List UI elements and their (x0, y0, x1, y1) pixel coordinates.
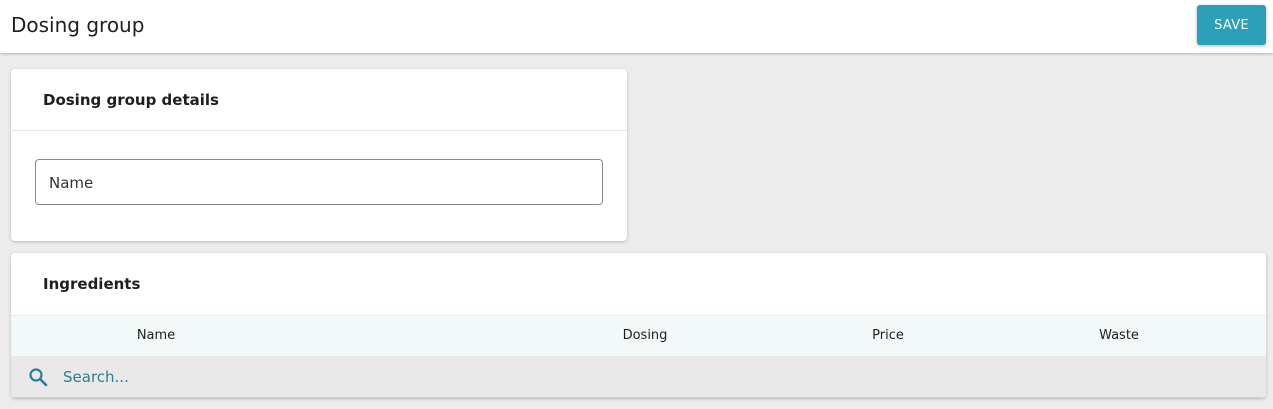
save-button[interactable]: SAVE (1197, 5, 1266, 45)
details-card-title: Dosing group details (43, 91, 219, 109)
name-field[interactable]: Name (35, 159, 603, 205)
ingredients-table-header: Name Dosing Price Waste (11, 315, 1266, 356)
details-divider (11, 130, 627, 131)
column-header-price[interactable]: Price (872, 327, 904, 345)
top-app-bar: Dosing group SAVE (0, 0, 1273, 53)
column-header-dosing[interactable]: Dosing (623, 327, 668, 345)
ingredients-card-title: Ingredients (43, 275, 141, 293)
column-header-waste[interactable]: Waste (1099, 327, 1139, 345)
search-input[interactable] (63, 364, 663, 390)
ingredients-search-row (11, 356, 1266, 398)
dosing-group-details-card: Dosing group details Name (11, 69, 627, 241)
name-field-label: Name (49, 174, 94, 192)
ingredients-card: Ingredients Name Dosing Price Waste (11, 253, 1266, 398)
column-header-name[interactable]: Name (137, 327, 175, 345)
search-icon (28, 367, 48, 387)
page-title: Dosing group (11, 13, 145, 37)
